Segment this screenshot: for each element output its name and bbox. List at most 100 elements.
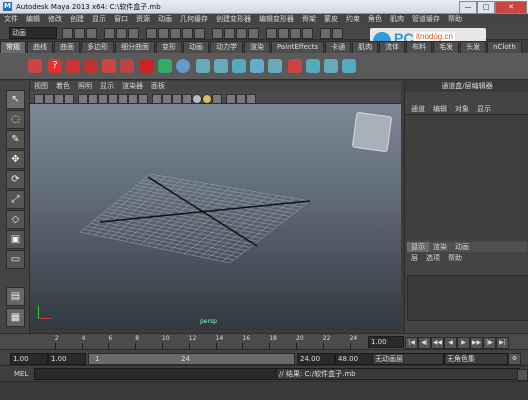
film-gate-icon[interactable] [88,94,98,104]
layer-list[interactable] [407,275,528,321]
mode-selector[interactable]: 动画 [9,27,57,39]
menu-file[interactable]: 文件 [0,14,22,25]
shelf-tab-deformation[interactable]: 变形 [156,41,182,53]
field-chart-icon[interactable] [118,94,128,104]
close-button[interactable]: ✕ [495,1,527,14]
select-tool-icon[interactable]: ↖ [6,90,25,109]
channel-tab-show[interactable]: 显示 [473,104,495,114]
wireframe-icon[interactable] [152,94,162,104]
shelf-curve-icon-3[interactable] [102,59,116,73]
channel-tab-edit[interactable]: 编辑 [429,104,451,114]
character-set-dropdown[interactable]: 无角色集 [444,353,508,365]
go-to-start-icon[interactable]: |◀ [405,337,418,349]
panel-menu-show[interactable]: 显示 [96,81,118,92]
image-plane-icon[interactable] [64,94,74,104]
menu-skeleton[interactable]: 骨架 [298,14,320,25]
menu-constrain[interactable]: 约束 [342,14,364,25]
menu-create-deformers[interactable]: 创建变形器 [212,14,255,25]
layer-tab-anim[interactable]: 动画 [451,242,473,252]
panel-menu-panels[interactable]: 面板 [147,81,169,92]
mask-icon-5[interactable] [194,28,205,39]
gate-mask-icon[interactable] [108,94,118,104]
shelf-poly-icon-4[interactable] [250,59,264,73]
shadows-icon[interactable] [212,94,222,104]
shelf-tab-toon[interactable]: 卡通 [325,41,352,53]
shelf-poly-icon-5[interactable] [268,59,282,73]
menu-muscle[interactable]: 肌肉 [386,14,408,25]
menu-window[interactable]: 窗口 [110,14,132,25]
isolate-select-icon[interactable] [236,94,246,104]
camera-select-icon[interactable] [34,94,44,104]
ipr-render-icon[interactable] [290,28,301,39]
history-icon[interactable] [266,28,277,39]
shelf-tab-rendering[interactable]: 渲染 [244,41,270,53]
camera-lock-icon[interactable] [44,94,54,104]
select-object-icon[interactable] [116,28,127,39]
shelf-poly-icon-2[interactable] [214,59,228,73]
menu-modify[interactable]: 修改 [44,14,66,25]
hud-icon[interactable] [246,94,256,104]
save-scene-icon[interactable] [86,28,97,39]
scale-tool-icon[interactable]: ⤢ [6,190,25,209]
input-line-icon[interactable] [320,28,331,39]
bookmark-icon[interactable] [54,94,64,104]
time-slider[interactable]: 2 4 6 8 10 12 14 16 18 20 22 24 1.00 |◀ ◀| ◀◀ ◀ ▶ ▶… [0,333,528,349]
mel-label[interactable]: MEL [14,369,28,379]
last-tool-icon[interactable]: ▣ [6,230,25,249]
rotate-tool-icon[interactable]: ⟳ [6,170,25,189]
current-frame-field[interactable]: 1.00 [368,336,404,348]
viewport-persp[interactable]: persp [30,104,401,330]
playback-start-field[interactable]: 1.00 [48,353,86,365]
layer-tab-render[interactable]: 渲染 [429,242,451,252]
shelf-tab-animation[interactable]: 动画 [183,41,209,53]
snap-grid-icon[interactable] [212,28,223,39]
shelf-tab-muscle[interactable]: 肌肉 [352,41,379,53]
default-light-icon[interactable] [192,94,202,104]
panel-menu-view[interactable]: 视图 [30,81,52,92]
shelf-curve-icon-4[interactable] [120,59,134,73]
menu-edit-deformers[interactable]: 编辑变形器 [255,14,298,25]
go-to-end-icon[interactable]: ▶| [496,337,509,349]
step-back-frame-icon[interactable]: ◀◀ [431,337,444,349]
shelf-nurbs-sphere-icon[interactable] [176,59,190,73]
panel-menu-shading[interactable]: 着色 [52,81,74,92]
view-cube[interactable] [351,111,393,153]
menu-edit[interactable]: 编辑 [22,14,44,25]
menu-create[interactable]: 创建 [66,14,88,25]
panel-menu-lighting[interactable]: 照明 [74,81,96,92]
minimize-button[interactable]: — [459,1,477,14]
menu-skin[interactable]: 蒙皮 [320,14,342,25]
shelf-poly-icon-3[interactable] [232,59,246,73]
menu-geometry-cache[interactable]: 几何缓存 [176,14,212,25]
safe-title-icon[interactable] [138,94,148,104]
move-tool-icon[interactable]: ✥ [6,150,25,169]
mel-input[interactable] [34,368,278,380]
shelf-tab-polygons[interactable]: 多边形 [81,41,114,53]
mask-icon[interactable] [146,28,157,39]
new-scene-icon[interactable] [62,28,73,39]
shelf-poly-icon[interactable] [196,59,210,73]
mask-icon-4[interactable] [182,28,193,39]
shelf-tab-general[interactable]: 常规 [0,41,26,53]
grid-toggle-icon[interactable] [78,94,88,104]
layout-single-icon[interactable]: ▭ [6,250,25,269]
anim-start-field[interactable]: 1.00 [10,353,48,365]
shelf-sculpt-icon[interactable] [140,59,154,73]
xray-icon[interactable] [226,94,236,104]
sidebar-toggle-icon[interactable] [332,28,343,39]
shelf-tab-subdiv[interactable]: 细分曲面 [115,41,155,53]
shelf-light-icon[interactable] [306,59,320,73]
step-forward-key-icon[interactable]: |▶ [483,337,496,349]
shelf-render-icon[interactable] [342,59,356,73]
layout-quick-icon[interactable]: ▤ [6,287,25,306]
channel-tab-channels[interactable]: 通道 [407,104,429,114]
shelf-tab-custom[interactable]: nCloth [487,41,522,53]
channel-tab-object[interactable]: 对象 [451,104,473,114]
menu-character[interactable]: 角色 [364,14,386,25]
shelf-help-icon[interactable]: ? [48,59,62,73]
shelf-cube-icon[interactable] [28,59,42,73]
playback-end-field[interactable]: 24.00 [297,353,335,365]
wire-on-shaded-icon[interactable] [172,94,182,104]
shelf-curve-icon[interactable] [66,59,80,73]
anim-end-field[interactable]: 48.00 [335,353,373,365]
